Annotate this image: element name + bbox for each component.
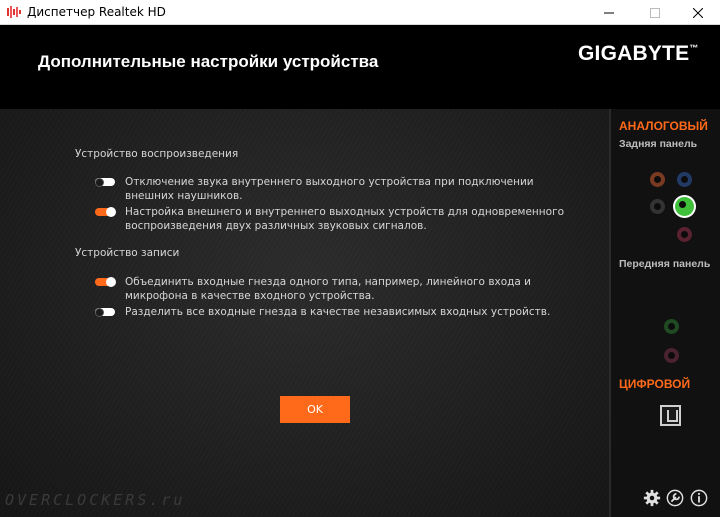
close-icon (693, 7, 703, 18)
maximize-button[interactable] (633, 0, 677, 25)
title-bar: Диспетчер Realtek HD (0, 0, 720, 25)
close-button[interactable] (676, 0, 720, 25)
option-label: Настройка внешнего и внутреннего выходны… (125, 206, 565, 232)
option-label: Разделить все входные гнезда в качестве … (125, 306, 551, 318)
digital-label: ЦИФРОВОЙ (619, 377, 691, 391)
playback-option-dual-stream: Настройка внешнего и внутреннего выходны… (95, 205, 565, 233)
dual-stream-toggle[interactable] (95, 207, 116, 217)
minimize-icon (604, 12, 614, 13)
realtek-app-icon (7, 6, 21, 18)
playback-section-title: Устройство воспроизведения (75, 148, 239, 160)
recording-option-combine-inputs: Объединить входные гнезда одного типа, н… (95, 275, 565, 303)
front-panel-label: Передняя панель (619, 258, 711, 270)
page-title: Дополнительные настройки устройства (38, 52, 379, 71)
rear-jack-front-speaker-active[interactable] (675, 197, 694, 216)
playback-option-mute-internal: Отключение звука внутреннего выходного у… (95, 175, 565, 203)
gear-icon[interactable] (643, 489, 661, 507)
option-label: Объединить входные гнезда одного типа, н… (125, 276, 532, 302)
mute-internal-toggle[interactable] (95, 177, 115, 187)
recording-option-separate-inputs: Разделить все входные гнезда в качестве … (95, 305, 565, 321)
minimize-button[interactable] (587, 0, 631, 25)
rear-jack-line-in[interactable] (650, 172, 665, 187)
wrench-icon[interactable] (666, 489, 684, 507)
connector-side-panel: АНАЛОГОВЫЙ Задняя панель Передняя панель… (609, 109, 720, 517)
digital-output-icon[interactable] (660, 405, 681, 426)
info-icon[interactable] (690, 489, 708, 507)
option-label: Отключение звука внутреннего выходного у… (125, 176, 534, 202)
front-jack-headphone[interactable] (664, 319, 679, 334)
brand-text: GIGABYTE (578, 42, 690, 65)
front-jack-mic[interactable] (664, 348, 679, 363)
rear-jack-side-speaker[interactable] (650, 199, 665, 214)
rear-panel-label: Задняя панель (619, 138, 698, 150)
analog-label: АНАЛОГОВЫЙ (619, 119, 708, 133)
recording-section-title: Устройство записи (75, 247, 180, 259)
main-panel: Устройство воспроизведения Отключение зв… (0, 109, 609, 517)
rear-jack-mic-in[interactable] (677, 227, 692, 242)
side-divider (609, 109, 611, 517)
combine-inputs-toggle[interactable] (95, 277, 116, 287)
gigabyte-logo: GIGABYTE™ (578, 42, 699, 65)
header: Дополнительные настройки устройства GIGA… (0, 25, 720, 109)
ok-button[interactable]: OK (280, 396, 350, 423)
watermark: OVERCLOCKERS.ru (5, 491, 186, 509)
maximize-icon (650, 7, 660, 18)
separate-inputs-toggle[interactable] (95, 307, 115, 317)
window-title: Диспетчер Realtek HD (27, 5, 166, 19)
rear-jack-rear-speaker[interactable] (677, 172, 692, 187)
